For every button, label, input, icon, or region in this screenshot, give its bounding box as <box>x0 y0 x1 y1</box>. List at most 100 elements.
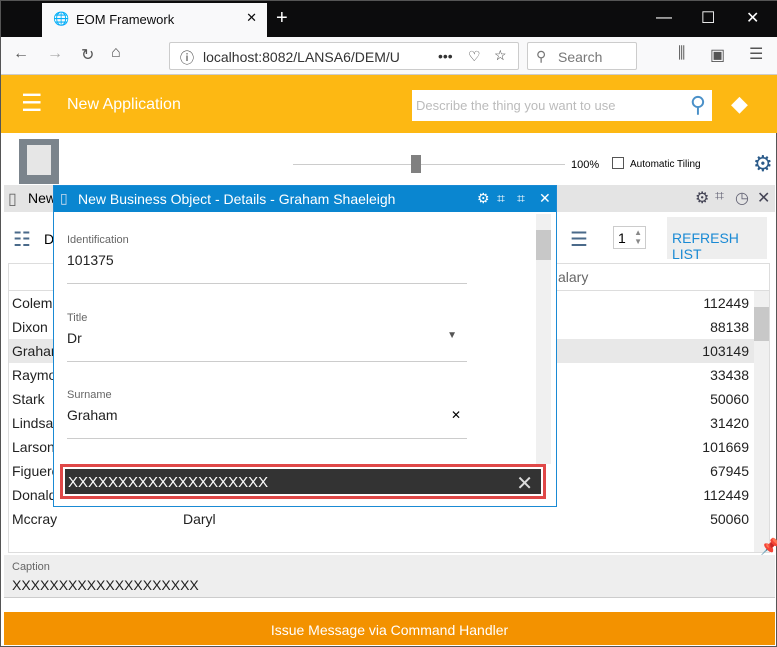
refresh-label: REFRESH LIST <box>672 230 739 262</box>
message-bar: XXXXXXXXXXXXXXXXXXXX ✕ <box>60 464 546 499</box>
identification-label: Identification <box>67 234 129 246</box>
home-icon[interactable]: ⌂ <box>111 44 121 62</box>
message-text: XXXXXXXXXXXXXXXXXXXX <box>68 474 269 491</box>
surname-cell: Dixon <box>12 319 48 335</box>
surname-value: Graham <box>67 407 118 423</box>
app-search-input[interactable]: Describe the thing you want to use ⚲ <box>412 90 712 121</box>
salary-cell: 112449 <box>703 487 749 503</box>
maximize-icon[interactable]: ⌗ <box>517 190 525 207</box>
search-placeholder: Search <box>558 49 603 65</box>
issue-message-button[interactable]: Issue Message via Command Handler <box>4 612 775 645</box>
surname-cell: Larson <box>12 439 55 455</box>
info-icon: ⓘ <box>180 50 194 66</box>
history-icon[interactable]: ◷ <box>735 188 749 208</box>
browser-tab-bar: 🌐 EOM Framework ✕ + — ☐ ✕ <box>1 1 777 37</box>
salary-cell: 112449 <box>703 295 749 311</box>
library-icon[interactable]: ⫼ <box>678 45 685 63</box>
dialog-scrollbar[interactable] <box>536 214 551 464</box>
surname-cell: Lindsa <box>12 415 54 431</box>
surname-cell: Raymo <box>12 367 57 383</box>
issue-message-label: Issue Message via Command Handler <box>270 622 509 638</box>
layout-icon[interactable]: ☰ <box>570 227 588 252</box>
grid-scrollbar[interactable] <box>754 291 769 552</box>
page-value: 1 <box>618 230 626 246</box>
clear-icon[interactable]: ✕ <box>451 408 461 422</box>
browser-search[interactable]: ⚲ Search <box>527 42 637 70</box>
close-icon[interactable]: ✕ <box>539 190 551 207</box>
pin-icon[interactable]: 📌 <box>760 537 777 557</box>
zoom-level: 100% <box>571 159 600 171</box>
app-title: New Application <box>67 96 181 113</box>
surname-label: Surname <box>67 389 112 401</box>
surname-field[interactable]: Surname Graham ✕ <box>67 389 467 439</box>
document-icon: ▯ <box>8 191 17 208</box>
more-icon[interactable]: ••• <box>438 48 453 64</box>
restore-icon[interactable]: ⌗ <box>715 188 724 206</box>
sidebar-icon[interactable]: ▣ <box>710 45 725 65</box>
auto-tiling-checkbox[interactable] <box>612 157 624 169</box>
back-icon[interactable]: ← <box>13 45 29 63</box>
restore-icon[interactable]: ⌗ <box>497 190 505 207</box>
identification-value: 101375 <box>67 252 114 268</box>
document-icon: ▯ <box>60 190 68 206</box>
title-select[interactable]: Title Dr ▼ <box>67 312 467 362</box>
salary-header[interactable]: alary <box>558 269 588 285</box>
globe-icon: 🌐 <box>53 11 70 26</box>
app-header: ☰ New Application Describe the thing you… <box>1 75 777 133</box>
minimize-icon[interactable]: — <box>656 9 672 27</box>
auto-tiling-label: Automatic Tiling <box>630 159 701 170</box>
table-row[interactable]: Mccray Daryl 50060 <box>9 507 769 531</box>
caption-label: Caption <box>12 561 50 573</box>
surname-cell: Stark <box>12 391 45 407</box>
browser-tab[interactable]: 🌐 EOM Framework ✕ <box>42 3 267 37</box>
gear-icon[interactable]: ⚙ <box>695 188 709 208</box>
salary-cell: 33438 <box>710 367 749 383</box>
surname-cell: Donald <box>12 487 57 503</box>
chevron-down-icon[interactable]: ▼ <box>447 330 457 341</box>
salary-cell: 67945 <box>710 463 749 479</box>
search-icon: ⚲ <box>536 48 547 64</box>
reload-icon[interactable]: ↻ <box>81 45 94 65</box>
search-icon[interactable]: ⚲ <box>690 92 706 118</box>
first-name-cell: Daryl <box>183 511 216 527</box>
maximize-icon[interactable]: ☐ <box>701 8 715 28</box>
salary-cell: 50060 <box>710 391 749 407</box>
eraser-icon[interactable]: ◆ <box>731 91 748 117</box>
bookmark-star-icon[interactable]: ☆ <box>494 47 507 64</box>
close-tab-icon[interactable]: ✕ <box>246 10 257 26</box>
tab-title: EOM Framework <box>76 12 175 27</box>
salary-cell: 101669 <box>702 439 749 455</box>
refresh-list-button[interactable]: REFRESH LIST <box>667 217 767 262</box>
document-icon[interactable] <box>19 139 59 184</box>
salary-cell: 31420 <box>710 415 749 431</box>
dialog-title: New Business Object - Details - Graham S… <box>78 191 396 207</box>
app-search-placeholder: Describe the thing you want to use <box>416 98 616 113</box>
salary-cell: 50060 <box>710 511 749 527</box>
title-value: Dr <box>67 330 82 346</box>
forward-icon[interactable]: → <box>47 45 63 63</box>
zoom-slider-handle[interactable] <box>411 155 421 173</box>
pocket-icon[interactable]: ♡ <box>468 48 481 65</box>
toolbar: 100% Automatic Tiling ⚙ <box>1 133 777 185</box>
caption-field[interactable]: Caption XXXXXXXXXXXXXXXXXXXX <box>4 555 775 598</box>
hamburger-icon[interactable]: ☰ <box>21 89 43 118</box>
close-message-icon[interactable]: ✕ <box>516 471 533 496</box>
identification-field[interactable]: Identification 101375 <box>67 234 467 284</box>
page-stepper[interactable]: 1 ▲ ▼ <box>613 226 646 249</box>
list-add-icon[interactable]: ☷ <box>13 227 31 252</box>
title-label: Title <box>67 312 88 324</box>
gear-icon[interactable]: ⚙ <box>753 151 773 177</box>
menu-icon[interactable]: ☰ <box>749 44 763 64</box>
dialog-header[interactable]: ▯ New Business Object - Details - Graham… <box>54 186 556 212</box>
close-window-icon[interactable]: ✕ <box>746 8 759 28</box>
url-bar[interactable]: ⓘ localhost:8082/LANSA6/DEM/U ••• ♡ ☆ <box>169 42 519 70</box>
surname-cell: Grahan <box>12 343 59 359</box>
salary-cell: 88138 <box>710 319 749 335</box>
url-text: localhost:8082/LANSA6/DEM/U <box>203 49 400 65</box>
gear-icon[interactable]: ⚙ <box>477 190 490 207</box>
salary-cell: 103149 <box>702 343 749 359</box>
zoom-slider[interactable] <box>293 164 565 165</box>
nav-bar: ← → ↻ ⌂ ⓘ localhost:8082/LANSA6/DEM/U ••… <box>1 37 777 75</box>
close-icon[interactable]: ✕ <box>757 188 770 208</box>
new-tab-icon[interactable]: + <box>276 7 288 30</box>
